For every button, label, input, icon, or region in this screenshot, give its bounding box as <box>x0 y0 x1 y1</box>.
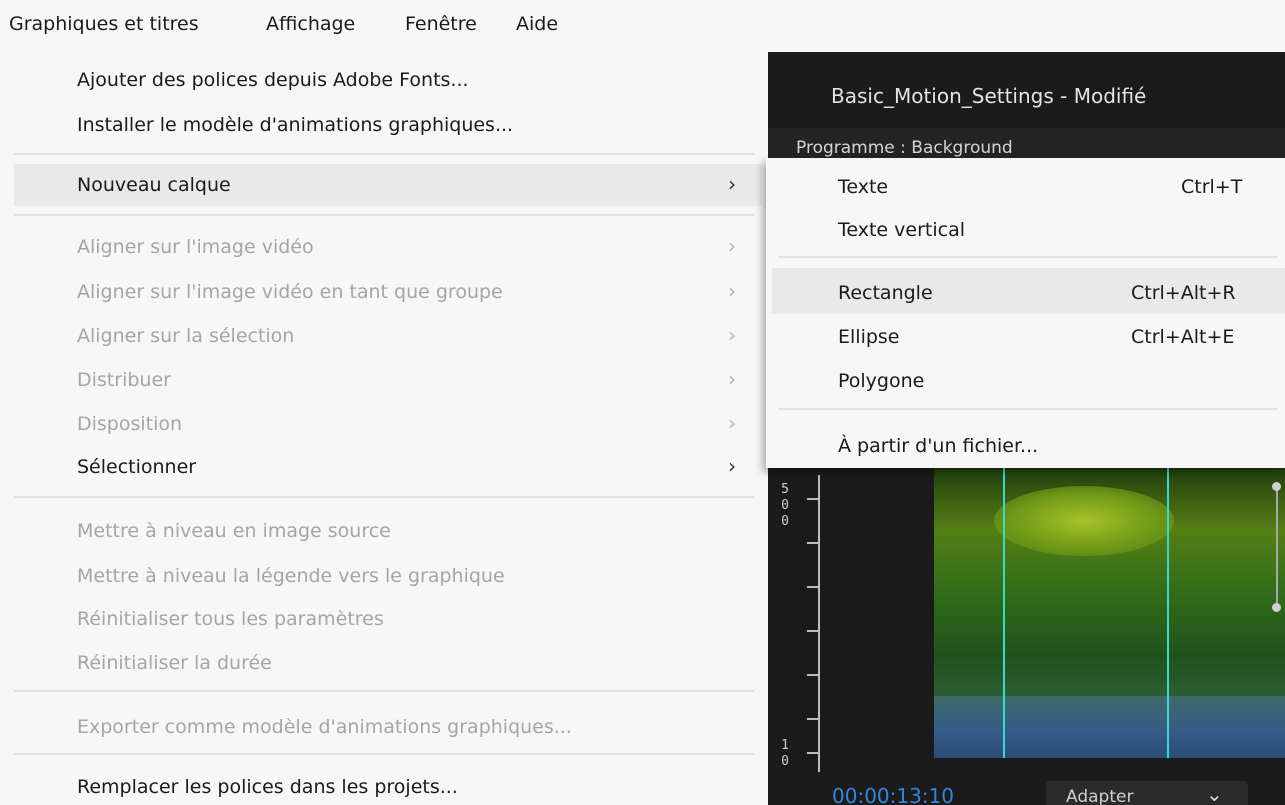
chevron-right-icon: › <box>728 172 736 196</box>
menu-item-installer-modele[interactable]: Installer le modèle d'animations graphiq… <box>77 114 513 136</box>
chevron-right-icon: › <box>728 411 736 435</box>
document-title: Basic_Motion_Settings - Modifié <box>831 84 1147 108</box>
menu-item-distribuer[interactable]: Distribuer <box>77 369 171 391</box>
ruler-tick <box>807 752 818 754</box>
menu-item-ajouter-polices[interactable]: Ajouter des polices depuis Adobe Fonts..… <box>77 69 469 91</box>
shortcut-rectangle: Ctrl+Alt+R <box>1131 282 1236 304</box>
submenu-item-polygone[interactable]: Polygone <box>838 370 924 392</box>
menu-item-reinitialiser-duree[interactable]: Réinitialiser la durée <box>77 652 272 674</box>
submenu-separator <box>778 256 1278 258</box>
shortcut-ellipse: Ctrl+Alt+E <box>1131 326 1235 348</box>
menu-item-exporter-modele[interactable]: Exporter comme modèle d'animations graph… <box>77 716 572 738</box>
menu-item-disposition[interactable]: Disposition <box>77 413 182 435</box>
ruler-tick <box>807 674 818 676</box>
chevron-right-icon: › <box>728 323 736 347</box>
menu-item-nouveau-calque[interactable]: Nouveau calque <box>77 174 231 196</box>
chevron-right-icon: › <box>728 367 736 391</box>
menu-item-niveau-legende[interactable]: Mettre à niveau la légende vers le graph… <box>77 565 505 587</box>
menu-separator <box>14 753 754 755</box>
menu-item-aligner-groupe[interactable]: Aligner sur l'image vidéo en tant que gr… <box>77 281 503 303</box>
menu-item-aligner-image[interactable]: Aligner sur l'image vidéo <box>77 236 314 258</box>
menubar-fenetre[interactable]: Fenêtre <box>405 13 477 35</box>
ruler-label-500: 5 0 0 <box>781 482 789 529</box>
menu-item-niveau-image-source[interactable]: Mettre à niveau en image source <box>77 520 391 542</box>
ruler-tick <box>807 542 818 544</box>
playhead-timecode[interactable]: 00:00:13:10 <box>832 784 954 805</box>
menu-item-aligner-selection[interactable]: Aligner sur la sélection <box>77 325 294 347</box>
ruler-tick <box>807 718 818 720</box>
zoom-fit-label: Adapter <box>1066 787 1134 805</box>
submenu-separator <box>778 408 1278 410</box>
submenu-item-ellipse[interactable]: Ellipse <box>838 326 900 348</box>
ruler-tick <box>807 586 818 588</box>
ruler-tick <box>807 498 818 500</box>
menubar-affichage[interactable]: Affichage <box>266 13 355 35</box>
selection-handle-bottom[interactable] <box>1272 603 1281 612</box>
ruler-tick <box>807 630 818 632</box>
menu-separator <box>14 214 754 216</box>
menu-separator <box>14 496 754 498</box>
menu-separator <box>14 690 754 692</box>
submenu-item-texte[interactable]: Texte <box>838 176 888 198</box>
menu-item-reinitialiser-parametres[interactable]: Réinitialiser tous les paramètres <box>77 608 384 630</box>
guide-line-right[interactable] <box>1167 466 1169 758</box>
ruler-line <box>818 475 820 772</box>
video-water-area <box>934 696 1285 758</box>
chevron-right-icon: › <box>728 234 736 258</box>
chevron-right-icon: › <box>728 279 736 303</box>
selection-edge[interactable] <box>1276 486 1278 608</box>
shortcut-texte: Ctrl+T <box>1181 176 1243 198</box>
menubar: Graphiques et titres Affichage Fenêtre A… <box>0 0 1285 52</box>
submenu-item-a-partir-fichier[interactable]: À partir d'un fichier... <box>838 435 1038 457</box>
selection-handle-top[interactable] <box>1272 482 1281 491</box>
menu-item-remplacer-polices[interactable]: Remplacer les polices dans les projets..… <box>77 776 458 798</box>
chevron-down-icon: ⌄ <box>1206 782 1223 805</box>
video-hill-highlight <box>994 486 1174 556</box>
chevron-right-icon: › <box>728 454 736 478</box>
guide-line-left[interactable] <box>1003 466 1005 758</box>
video-preview[interactable] <box>934 466 1285 758</box>
menubar-graphiques-et-titres[interactable]: Graphiques et titres <box>9 13 199 35</box>
submenu-item-texte-vertical[interactable]: Texte vertical <box>838 219 965 241</box>
ruler-label-10: 1 0 <box>781 738 789 769</box>
menubar-aide[interactable]: Aide <box>516 13 558 35</box>
panel-title[interactable]: Programme : Background <box>796 138 1013 158</box>
menu-item-selectionner[interactable]: Sélectionner <box>77 456 196 478</box>
submenu-item-rectangle[interactable]: Rectangle <box>838 282 933 304</box>
menu-separator <box>14 153 754 155</box>
